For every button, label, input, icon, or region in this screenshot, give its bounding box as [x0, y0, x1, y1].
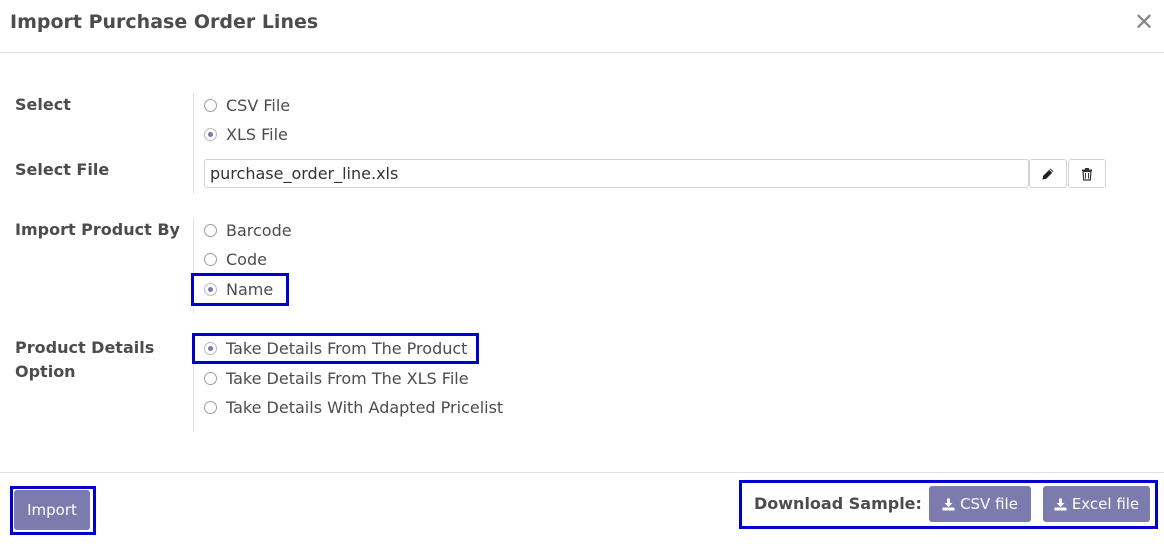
radio-code[interactable]: Code — [204, 247, 267, 271]
file-name-field[interactable]: purchase_order_line.xls — [204, 159, 1029, 188]
radio-barcode[interactable]: Barcode — [204, 218, 292, 242]
radio-take-details-pricelist[interactable]: Take Details With Adapted Pricelist — [204, 395, 503, 419]
close-icon[interactable]: ✕ — [1133, 8, 1155, 36]
select-label: Select — [15, 95, 71, 114]
dialog-header: Import Purchase Order Lines ✕ — [0, 0, 1164, 53]
edit-file-button[interactable] — [1029, 159, 1067, 188]
product-details-label-line1: Product Details — [15, 338, 155, 357]
dialog-title: Import Purchase Order Lines — [10, 11, 319, 33]
radio-take-details-xls[interactable]: Take Details From The XLS File — [204, 366, 469, 390]
trash-icon — [1082, 167, 1092, 181]
highlight-import — [10, 486, 96, 535]
product-details-label-line2: Option — [15, 362, 76, 381]
highlight-download-sample — [739, 480, 1158, 529]
radio-icon — [204, 98, 217, 112]
radio-icon — [204, 223, 217, 237]
highlight-take-details — [192, 333, 479, 364]
radio-csv-file[interactable]: CSV File — [204, 93, 290, 117]
import-product-by-label: Import Product By — [15, 220, 180, 239]
radio-icon — [204, 400, 217, 414]
radio-checked-icon — [204, 127, 217, 141]
radio-icon — [204, 371, 217, 385]
divider-1 — [193, 93, 194, 194]
radio-xls-file[interactable]: XLS File — [204, 122, 288, 146]
radio-icon — [204, 252, 217, 266]
delete-file-button[interactable] — [1068, 159, 1106, 188]
highlight-name — [191, 273, 289, 306]
select-file-label: Select File — [15, 160, 110, 179]
footer-divider — [0, 472, 1164, 473]
pencil-icon — [1042, 168, 1054, 179]
